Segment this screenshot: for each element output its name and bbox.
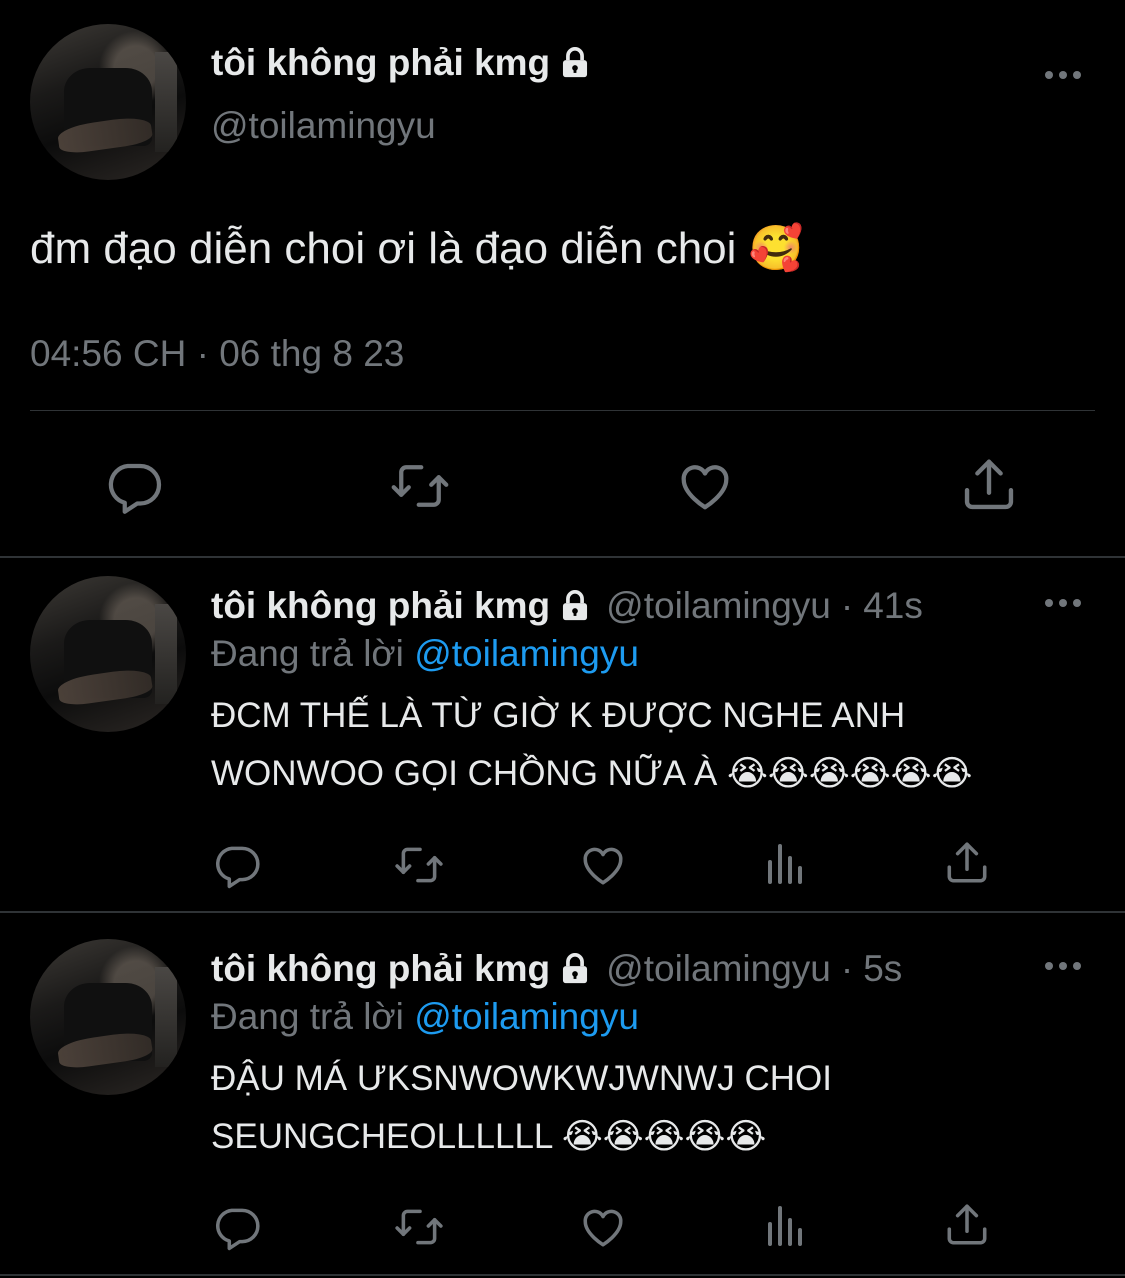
reply-text-line: ĐCM THẾ LÀ TỪ GIỜ K ĐƯỢC NGHE ANH [211, 696, 906, 735]
display-name[interactable]: tôi không phải kmg @toilamingyu · 41s [211, 585, 923, 627]
divider [0, 556, 1125, 558]
user-handle[interactable]: @toilamingyu [606, 948, 831, 990]
user-handle[interactable]: @toilamingyu [211, 105, 436, 147]
avatar[interactable] [30, 24, 186, 180]
smiling-hearts-emoji: 🥰 [748, 223, 804, 274]
more-icon[interactable] [1043, 597, 1083, 609]
views-icon[interactable] [762, 1202, 810, 1250]
avatar[interactable] [30, 576, 186, 732]
crying-emoji: 😭😭😭😭😭 [561, 1117, 767, 1157]
crying-emoji: 😭😭😭😭😭😭 [727, 754, 973, 794]
replying-label: Đang trả lời [211, 633, 404, 674]
display-name[interactable]: tôi không phải kmg @toilamingyu · 5s [211, 948, 902, 990]
display-name[interactable]: tôi không phải kmg [211, 42, 592, 84]
share-icon[interactable] [942, 838, 992, 888]
divider [0, 1274, 1125, 1276]
lock-icon [558, 46, 592, 80]
user-handle[interactable]: @toilamingyu [606, 585, 831, 627]
divider [30, 410, 1095, 411]
reply-time[interactable]: 41s [863, 585, 923, 627]
separator-dot: · [840, 948, 854, 989]
avatar[interactable] [30, 939, 186, 1095]
mention-link[interactable]: @toilamingyu [414, 996, 639, 1037]
reply-text: ĐẬU MÁ ƯKSNWOWKWJWNWJ CHOI SEUNGCHEOLLLL… [211, 1050, 832, 1166]
replying-to: Đang trả lời @toilamingyu [211, 996, 639, 1038]
reply-text-line: WONWOO GỌI CHỒNG NỮA À 😭😭😭😭😭😭 [211, 745, 972, 803]
retweet-icon[interactable] [392, 1202, 446, 1252]
share-icon[interactable] [942, 1200, 992, 1250]
reply-icon[interactable] [212, 1202, 262, 1252]
reply-icon[interactable] [104, 456, 164, 516]
like-icon[interactable] [674, 456, 736, 516]
reply-text-line: SEUNGCHEOLLLLLL 😭😭😭😭😭 [211, 1108, 832, 1166]
tweet-text: đm đạo diễn choi ơi là đạo diễn choi 🥰 [30, 222, 803, 274]
tweet-text-content: đm đạo diễn choi ơi là đạo diễn choi [30, 224, 737, 273]
views-icon[interactable] [762, 840, 810, 888]
more-icon[interactable] [1043, 69, 1083, 81]
reply-text-content: WONWOO GỌI CHỒNG NỮA À [211, 754, 718, 793]
separator-dot: · [840, 585, 854, 626]
share-icon[interactable] [958, 454, 1020, 516]
lock-icon [558, 589, 592, 623]
tweet-timestamp[interactable]: 04:56 CH · 06 thg 8 23 [30, 333, 404, 375]
replying-label: Đang trả lời [211, 996, 404, 1037]
like-icon[interactable] [578, 840, 628, 890]
lock-icon [558, 952, 592, 986]
mention-link[interactable]: @toilamingyu [414, 633, 639, 674]
reply-text-content: SEUNGCHEOLLLLLL [211, 1117, 553, 1156]
reply-icon[interactable] [212, 840, 262, 890]
more-icon[interactable] [1043, 960, 1083, 972]
reply-text-line: ĐẬU MÁ ƯKSNWOWKWJWNWJ CHOI [211, 1059, 832, 1098]
display-name-text: tôi không phải kmg [211, 42, 551, 83]
display-name-text: tôi không phải kmg [211, 585, 551, 626]
retweet-icon[interactable] [388, 456, 452, 516]
reply-time[interactable]: 5s [863, 948, 902, 990]
reply-text: ĐCM THẾ LÀ TỪ GIỜ K ĐƯỢC NGHE ANH WONWOO… [211, 687, 972, 803]
replying-to: Đang trả lời @toilamingyu [211, 633, 639, 675]
display-name-text: tôi không phải kmg [211, 948, 551, 989]
divider [0, 911, 1125, 913]
retweet-icon[interactable] [392, 840, 446, 890]
like-icon[interactable] [578, 1202, 628, 1252]
